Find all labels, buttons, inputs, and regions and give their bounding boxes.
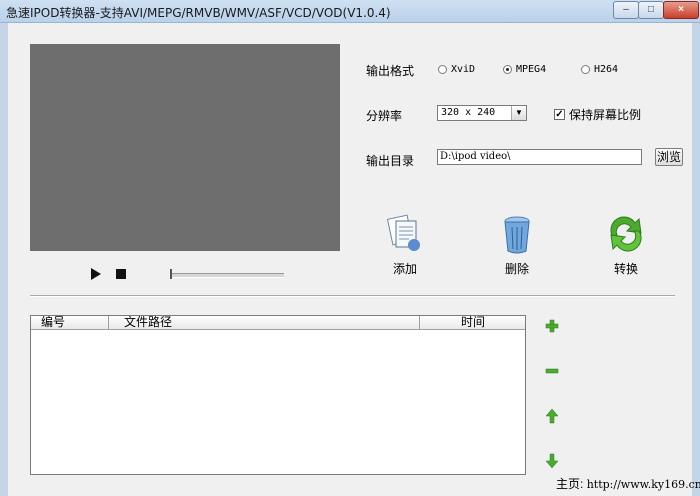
format-radio-mpeg4[interactable]: MPEG4 — [503, 64, 546, 75]
video-preview — [30, 44, 340, 251]
format-option-label: H264 — [594, 64, 619, 75]
chevron-down-icon[interactable]: ▼ — [511, 106, 526, 120]
column-header-number[interactable]: 编号 — [31, 316, 109, 330]
keep-ratio-label: 保持屏幕比例 — [569, 108, 642, 122]
browse-button[interactable]: 浏览 — [655, 148, 683, 166]
format-option-label: XviD — [451, 64, 476, 75]
format-radio-h264[interactable]: H264 — [581, 64, 618, 75]
delete-button[interactable]: 删除 — [492, 213, 542, 277]
client-area: 输出格式 XviD MPEG4 H264 分辨率 320 x 240 ▼ ✓ 保… — [8, 23, 700, 496]
window-title: 急速IPOD转换器-支持AVI/MEPG/RMVB/WMV/ASF/VCD/VO… — [6, 6, 391, 20]
column-header-path[interactable]: 文件路径 — [109, 316, 420, 330]
window-frame-left — [0, 23, 8, 496]
refresh-icon — [610, 216, 642, 252]
arrow-down-icon[interactable] — [544, 453, 560, 469]
checkbox-box: ✓ — [554, 109, 565, 120]
output-dir-input[interactable]: D:\ipod video\ — [437, 149, 642, 165]
plus-icon[interactable] — [544, 318, 560, 334]
arrow-up-icon[interactable] — [544, 408, 560, 424]
play-icon[interactable] — [90, 268, 102, 280]
separator — [30, 295, 675, 297]
add-files-icon — [386, 214, 420, 251]
list-header: 编号 文件路径 时间 — [31, 316, 525, 330]
window-frame-right — [692, 23, 700, 496]
convert-label: 转换 — [613, 262, 638, 276]
stop-icon[interactable] — [116, 269, 126, 279]
add-label: 添加 — [392, 262, 417, 276]
format-label: 输出格式 — [366, 64, 415, 78]
resolution-label: 分辨率 — [366, 109, 403, 123]
trash-icon — [504, 216, 530, 254]
homepage-link[interactable]: 主页: http://www.ky169.cn — [556, 475, 700, 492]
title-bar: 急速IPOD转换器-支持AVI/MEPG/RMVB/WMV/ASF/VCD/VO… — [0, 0, 700, 23]
resolution-select[interactable]: 320 x 240 ▼ — [437, 105, 527, 121]
homepage-url[interactable]: http://www.ky169.cn — [587, 478, 700, 491]
output-dir-label: 输出目录 — [366, 154, 415, 168]
add-button[interactable]: 添加 — [380, 213, 430, 277]
keep-ratio-checkbox[interactable]: ✓ 保持屏幕比例 — [554, 106, 641, 123]
minimize-button[interactable]: – — [613, 1, 639, 19]
format-option-label: MPEG4 — [516, 64, 547, 75]
delete-label: 删除 — [504, 262, 529, 276]
file-list[interactable]: 编号 文件路径 时间 — [30, 315, 526, 475]
minus-icon[interactable] — [544, 363, 560, 379]
close-button[interactable]: × — [663, 1, 699, 19]
format-radio-xvid[interactable]: XviD — [438, 64, 475, 75]
radio-dot-selected — [503, 65, 512, 74]
resolution-value: 320 x 240 — [441, 107, 496, 118]
maximize-button[interactable]: □ — [638, 1, 664, 19]
playback-slider-thumb[interactable] — [170, 269, 172, 279]
radio-dot — [581, 65, 590, 74]
homepage-label: 主页: — [556, 477, 584, 491]
playback-slider[interactable] — [170, 273, 284, 278]
column-header-time[interactable]: 时间 — [420, 316, 525, 330]
convert-button[interactable]: 转换 — [601, 213, 651, 277]
output-dir-value: D:\ipod video\ — [440, 151, 511, 162]
radio-dot — [438, 65, 447, 74]
